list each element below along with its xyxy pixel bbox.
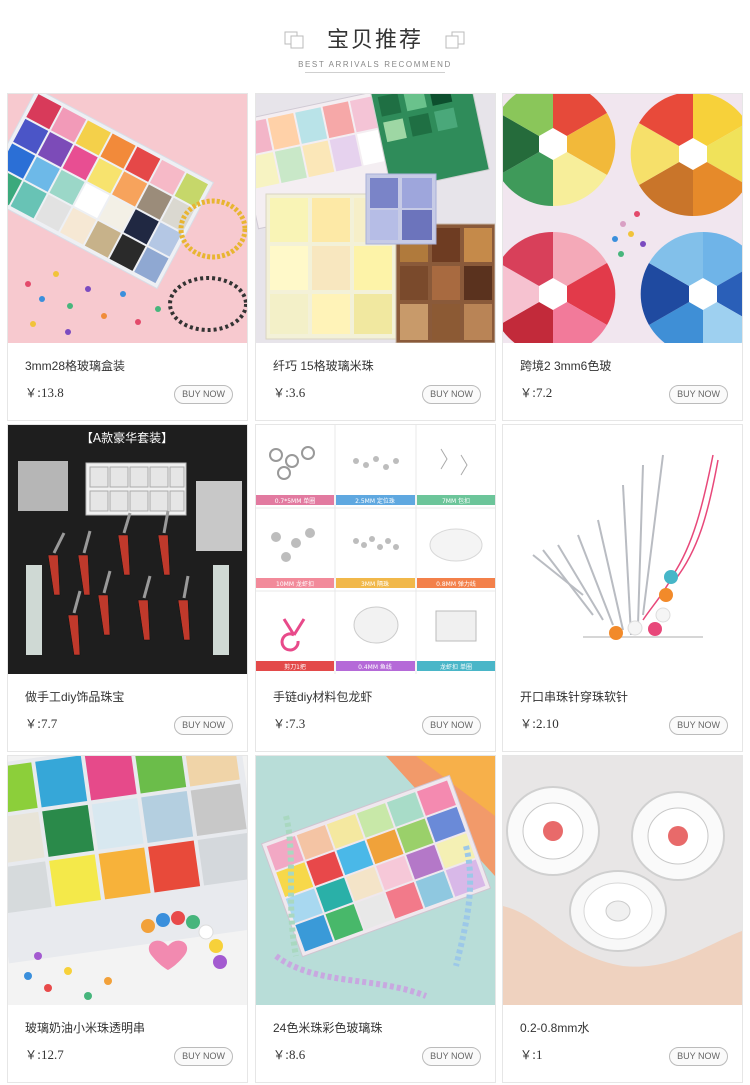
buy-now-button[interactable]: BUY NOW: [174, 1047, 233, 1066]
product-name[interactable]: 跨境2 3mm6色玻: [520, 357, 611, 374]
product-name[interactable]: 做手工diy饰品珠宝: [25, 688, 124, 705]
product-card[interactable]: 0.7*5MM 单圈 2.5MM 定位珠 7MM 包扣 10MM 龙虾扣 3MM…: [255, 424, 496, 752]
elastic-thread-spools-photo: [503, 756, 742, 1005]
product-name[interactable]: 玻璃奶油小米珠透明串: [25, 1019, 145, 1036]
product-image[interactable]: [503, 94, 742, 343]
page-title: 宝贝推荐: [326, 28, 423, 53]
buy-now-button[interactable]: BUY NOW: [669, 1047, 728, 1066]
buy-now-button[interactable]: BUY NOW: [174, 385, 233, 404]
product-card[interactable]: 纤巧 15格玻璃米珠 ￥:3.6 BUY NOW: [255, 93, 496, 421]
product-image[interactable]: [256, 94, 495, 343]
page-subtitle: BEST ARRIVALS RECOMMEND: [298, 60, 452, 69]
image-label-text: 剪刀1把: [284, 663, 306, 671]
beading-needles-photo: [503, 425, 742, 674]
diy-tool-kit-photo: 【A款豪华套装】: [8, 425, 247, 674]
product-card[interactable]: 0.2-0.8mm水 ￥:1 BUY NOW: [502, 755, 743, 1083]
product-card[interactable]: 玻璃奶油小米珠透明串 ￥:12.7 BUY NOW: [7, 755, 248, 1083]
product-price: ￥:7.7: [25, 716, 58, 731]
buy-now-button[interactable]: BUY NOW: [422, 1047, 481, 1066]
product-price: ￥:3.6: [273, 385, 306, 400]
cream-beads-box-photo: [8, 756, 247, 1005]
image-label-text: 0.8MM 弹力线: [436, 580, 476, 588]
product-card[interactable]: 3mm28格玻璃盒装 ￥:13.8 BUY NOW: [7, 93, 248, 421]
product-name[interactable]: 开口串珠针穿珠软针: [520, 688, 628, 705]
product-card[interactable]: 开口串珠针穿珠软针 ￥:2.10 BUY NOW: [502, 424, 743, 752]
findings-grid-photo: 0.7*5MM 单圈 2.5MM 定位珠 7MM 包扣 10MM 龙虾扣 3MM…: [256, 425, 495, 674]
product-name[interactable]: 3mm28格玻璃盒装: [25, 357, 125, 374]
image-label-text: 0.4MM 鱼线: [358, 663, 392, 671]
product-image[interactable]: [8, 94, 247, 343]
product-image[interactable]: [8, 756, 247, 1005]
24-color-beads-box-photo: [256, 756, 495, 1005]
product-price: ￥:2.10: [520, 716, 559, 731]
product-card[interactable]: 24色米珠彩色玻璃珠 ￥:8.6 BUY NOW: [255, 755, 496, 1083]
image-label-text: 2.5MM 定位珠: [355, 497, 395, 505]
product-name[interactable]: 24色米珠彩色玻璃珠: [273, 1019, 382, 1036]
subtitle-divider: [305, 72, 445, 73]
product-name[interactable]: 手链diy材料包龙虾: [273, 688, 372, 705]
image-banner-text: 【A款豪华套装】: [81, 430, 173, 445]
image-label-text: 龙虾扣 单圈: [440, 663, 472, 671]
product-image[interactable]: 【A款豪华套装】: [8, 425, 247, 674]
product-image[interactable]: [503, 425, 742, 674]
buy-now-button[interactable]: BUY NOW: [174, 716, 233, 735]
product-image[interactable]: [256, 756, 495, 1005]
product-card[interactable]: 【A款豪华套装】 做手工diy饰品珠宝 ￥:7.7 BUY NOW: [7, 424, 248, 752]
image-label-text: 0.7*5MM 单圈: [275, 497, 316, 505]
product-price: ￥:8.6: [273, 1047, 306, 1062]
product-card[interactable]: 跨境2 3mm6色玻 ￥:7.2 BUY NOW: [502, 93, 743, 421]
beads-box-28-grid-photo: [8, 94, 247, 343]
product-name[interactable]: 纤巧 15格玻璃米珠: [273, 357, 374, 374]
buy-now-button[interactable]: BUY NOW: [669, 716, 728, 735]
buy-now-button[interactable]: BUY NOW: [422, 385, 481, 404]
product-price: ￥:13.8: [25, 385, 64, 400]
buy-now-button[interactable]: BUY NOW: [422, 716, 481, 735]
buy-now-button[interactable]: BUY NOW: [669, 385, 728, 404]
section-header: 宝贝推荐 BEST ARRIVALS RECOMMEND: [0, 0, 750, 88]
six-color-bead-wheels-photo: [503, 94, 742, 343]
product-price: ￥:1: [520, 1047, 543, 1062]
product-name[interactable]: 0.2-0.8mm水: [520, 1019, 589, 1036]
product-image[interactable]: [503, 756, 742, 1005]
product-image[interactable]: 0.7*5MM 单圈 2.5MM 定位珠 7MM 包扣 10MM 龙虾扣 3MM…: [256, 425, 495, 674]
product-price: ￥:7.3: [273, 716, 306, 731]
decor-squares-right-icon: [445, 31, 465, 49]
image-label-text: 3MM 隔珠: [361, 580, 389, 588]
image-label-text: 7MM 包扣: [442, 497, 470, 505]
beads-15-grid-boxes-photo: [256, 94, 495, 343]
image-label-text: 10MM 龙虾扣: [276, 580, 314, 588]
product-price: ￥:12.7: [25, 1047, 64, 1062]
product-price: ￥:7.2: [520, 385, 553, 400]
